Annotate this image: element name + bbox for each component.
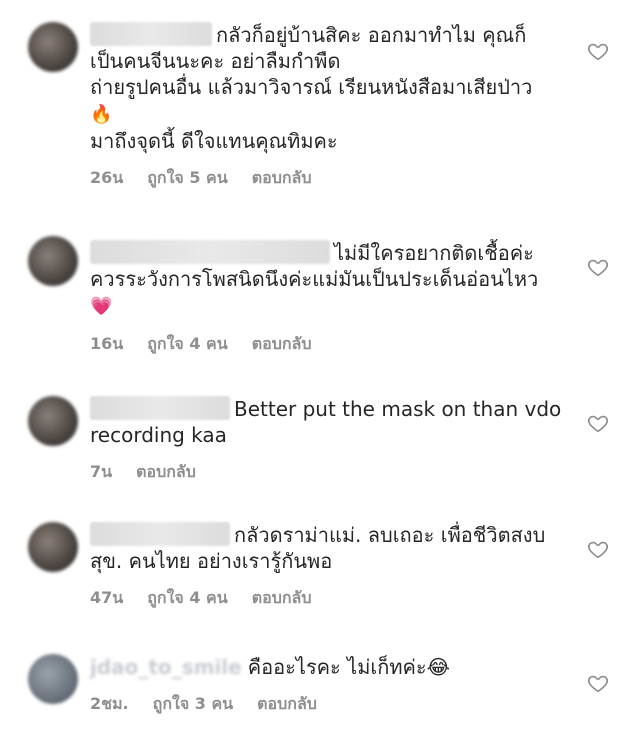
pink-heart-emoji: 💗 bbox=[90, 296, 113, 317]
avatar[interactable] bbox=[28, 236, 78, 286]
comment-line: กลัวดราม่าแม่. ลบเถอะ เพื่อชีวิตสงบ bbox=[234, 523, 546, 547]
reply-button[interactable]: ตอบกลับ bbox=[136, 460, 196, 485]
comment-meta: 2ชม. ถูกใจ 3 คน ตอบกลับ bbox=[90, 692, 563, 717]
comment-time: 16น bbox=[90, 334, 124, 353]
comment-line: Better put the mask on than vdo bbox=[234, 397, 562, 421]
reply-button[interactable]: ตอบกลับ bbox=[252, 586, 312, 611]
comment-time: 2ชม. bbox=[90, 694, 129, 713]
heart-icon[interactable] bbox=[587, 256, 609, 278]
comment-line: กลัวก็อยู่บ้านสิคะ ออกมาทำไม คุณก็ bbox=[216, 23, 527, 47]
heart-icon[interactable] bbox=[587, 412, 609, 434]
comment-meta: 26น ถูกใจ 5 คน ตอบกลับ bbox=[90, 166, 563, 191]
comment-time: 7น bbox=[90, 462, 113, 481]
comment-line: ไม่มีใครอยากติดเชื้อค่ะ bbox=[334, 241, 534, 265]
comment-line: สุข. คนไทย อย่างเรารู้กันพอ bbox=[90, 549, 333, 573]
comment-line: คืออะไรคะ ไม่เก็ทค่ะ😂 bbox=[247, 655, 451, 679]
username-redacted[interactable] bbox=[90, 522, 230, 546]
comment-time: 47น bbox=[90, 588, 124, 607]
likes-count[interactable]: ถูกใจ 4 คน bbox=[147, 586, 227, 611]
username[interactable]: jdao_to_smile bbox=[90, 655, 242, 679]
comment-meta: 47น ถูกใจ 4 คน ตอบกลับ bbox=[90, 586, 563, 611]
comment-text: กลัวดราม่าแม่. ลบเถอะ เพื่อชีวิตสงบ สุข.… bbox=[90, 522, 563, 574]
heart-icon[interactable] bbox=[587, 40, 609, 62]
reply-button[interactable]: ตอบกลับ bbox=[252, 166, 312, 191]
reply-button[interactable]: ตอบกลับ bbox=[252, 332, 312, 357]
comment-line: ควรระวังการโพสนิดนึงค่ะแม่มันเป็นประเด็น… bbox=[90, 267, 539, 291]
comment-time: 26น bbox=[90, 168, 124, 187]
likes-count[interactable]: ถูกใจ 5 คน bbox=[147, 166, 227, 191]
comment-text: Better put the mask on than vdo recordin… bbox=[90, 396, 563, 448]
comment-line: มาถึงจุดนี้ ดีใจแทนคุณทิมคะ bbox=[90, 129, 338, 153]
avatar[interactable] bbox=[28, 396, 78, 446]
heart-icon[interactable] bbox=[587, 672, 609, 694]
avatar[interactable] bbox=[28, 22, 78, 72]
username-redacted[interactable] bbox=[90, 240, 330, 264]
likes-count[interactable]: ถูกใจ 4 คน bbox=[147, 332, 227, 357]
comment-line: ถ่ายรูปคนอื่น แล้วมาวิจารณ์ เรียนหนังสือ… bbox=[90, 75, 533, 99]
comment-text: jdao_to_smile คืออะไรคะ ไม่เก็ทค่ะ😂 bbox=[90, 654, 563, 680]
likes-count[interactable]: ถูกใจ 3 คน bbox=[153, 692, 233, 717]
username-redacted[interactable] bbox=[90, 22, 212, 46]
avatar[interactable] bbox=[28, 522, 78, 572]
username-redacted[interactable] bbox=[90, 396, 230, 420]
comment-list: กลัวก็อยู่บ้านสิคะ ออกมาทำไม คุณก็ เป็นค… bbox=[0, 0, 633, 743]
avatar[interactable] bbox=[28, 654, 78, 704]
heart-icon[interactable] bbox=[587, 538, 609, 560]
comment-line: เป็นคนจีนนะคะ อย่าลืมกำพืด bbox=[90, 49, 341, 73]
comment-text: ไม่มีใครอยากติดเชื้อค่ะ ควรระวังการโพสนิ… bbox=[90, 240, 563, 320]
reply-button[interactable]: ตอบกลับ bbox=[257, 692, 317, 717]
comment-text: กลัวก็อยู่บ้านสิคะ ออกมาทำไม คุณก็ เป็นค… bbox=[90, 22, 563, 154]
comment-line: recording kaa bbox=[90, 423, 227, 447]
fire-emoji: 🔥 bbox=[90, 104, 113, 125]
comment-meta: 16น ถูกใจ 4 คน ตอบกลับ bbox=[90, 332, 563, 357]
comment-meta: 7น ตอบกลับ bbox=[90, 460, 563, 485]
